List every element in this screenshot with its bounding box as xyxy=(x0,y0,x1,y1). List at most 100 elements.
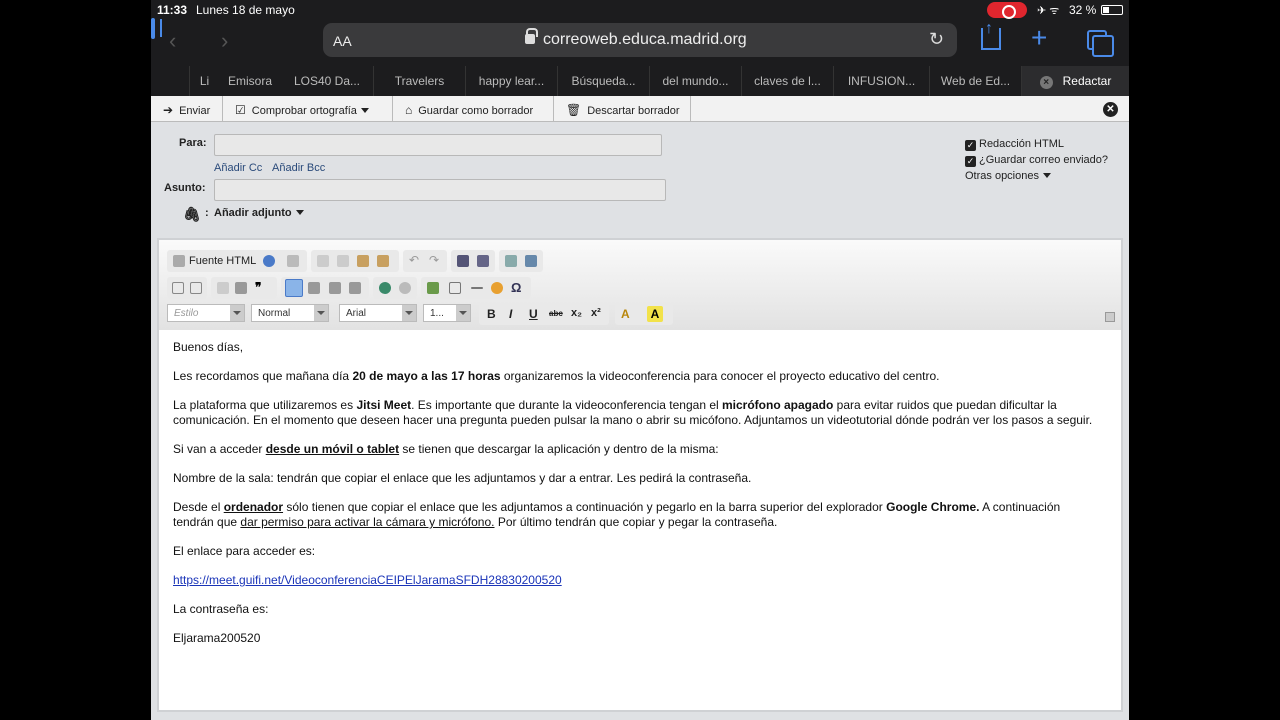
browser-navbar: ‹ › AA correoweb.educa.madrid.org ↻ + xyxy=(151,18,1129,64)
bold-button[interactable]: B xyxy=(487,307,496,321)
tab-claves[interactable]: claves de l... xyxy=(741,66,833,96)
other-options-menu[interactable]: Otras opciones xyxy=(965,170,1051,182)
size-select[interactable]: 1... xyxy=(423,304,471,322)
link-icon[interactable] xyxy=(379,282,391,294)
subject-field[interactable] xyxy=(214,179,666,201)
image-icon[interactable] xyxy=(427,282,439,294)
preview-icon[interactable] xyxy=(263,255,275,267)
spellcheck-button[interactable]: ☑ Comprobar ortografía xyxy=(223,96,393,122)
send-button[interactable]: ➔ Enviar xyxy=(151,96,223,122)
tab-busqueda[interactable]: Búsqueda... xyxy=(557,66,649,96)
share-icon[interactable] xyxy=(981,20,1001,50)
format-group: B I U abc x₂ x² xyxy=(479,303,609,325)
copy-icon[interactable] xyxy=(337,255,349,267)
rich-text-editor: Fuente HTML ↶ ↷ ❞ Ω Estilo Normal Arial … xyxy=(157,238,1123,712)
checkbox-checked-icon[interactable]: ✓ xyxy=(965,156,976,167)
special-char-icon[interactable]: Ω xyxy=(511,280,523,295)
source-group: Fuente HTML xyxy=(167,250,307,272)
blockquote-icon[interactable]: ❞ xyxy=(255,280,267,294)
checkbox-pencil-icon: ☑ xyxy=(235,103,246,117)
italic-button[interactable]: I xyxy=(509,307,512,321)
bulleted-list-icon[interactable] xyxy=(190,282,202,294)
table-icon[interactable] xyxy=(449,282,461,294)
paste-icon[interactable] xyxy=(357,255,369,267)
save-draft-button[interactable]: ⌂ Guardar como borrador xyxy=(393,96,554,122)
strikethrough-button[interactable]: abc xyxy=(549,309,563,318)
select-group xyxy=(499,250,543,272)
cut-icon[interactable] xyxy=(317,255,329,267)
font-select[interactable]: Arial xyxy=(339,304,417,322)
paragraph-mobile: Si van a acceder desde un móvil o tablet… xyxy=(173,442,719,456)
password-intro: La contraseña es: xyxy=(173,602,269,616)
html-compose-option[interactable]: ✓ Redacción HTML xyxy=(965,138,1064,151)
ipad-screen: 11:33 Lunes 18 de mayo ✈ ᯤ 32 % ‹ › AA c… xyxy=(151,0,1129,720)
add-cc-link[interactable]: Añadir Cc xyxy=(214,162,262,174)
checkbox-checked-icon[interactable]: ✓ xyxy=(965,140,976,151)
align-center-icon[interactable] xyxy=(308,282,320,294)
paste-word-icon[interactable] xyxy=(377,255,389,267)
find-icon[interactable] xyxy=(457,255,469,267)
source-html-button[interactable]: Fuente HTML xyxy=(189,255,256,267)
chevron-down-icon xyxy=(295,210,304,215)
tab-happy-learning[interactable]: happy lear... xyxy=(465,66,557,96)
superscript-button[interactable]: x² xyxy=(591,307,601,319)
tab-travelers[interactable]: Travelers xyxy=(373,66,465,96)
reader-options-button[interactable]: AA xyxy=(333,33,352,49)
unlink-icon[interactable] xyxy=(399,282,411,294)
clipboard-group xyxy=(311,250,399,272)
save-sent-option[interactable]: ✓ ¿Guardar correo enviado? xyxy=(965,154,1108,167)
back-icon[interactable]: ‹ xyxy=(169,28,176,54)
text-color-icon[interactable]: A xyxy=(621,307,630,321)
reload-icon[interactable]: ↻ xyxy=(929,29,944,50)
format-select[interactable]: Normal xyxy=(251,304,329,322)
tab-web-de-ed[interactable]: Web de Ed... xyxy=(929,66,1021,96)
add-attachment-button[interactable]: Añadir adjunto xyxy=(214,207,304,219)
find-group xyxy=(451,250,495,272)
color-group: A A xyxy=(615,303,673,325)
align-right-icon[interactable] xyxy=(329,282,341,294)
link-intro: El enlace para acceder es: xyxy=(173,544,316,558)
select-all-icon[interactable] xyxy=(505,255,517,267)
tab-infusion[interactable]: INFUSION... xyxy=(833,66,929,96)
tab-los40[interactable]: LOS40 Da... xyxy=(281,66,373,96)
url-text[interactable]: correoweb.educa.madrid.org xyxy=(543,31,747,49)
outdent-icon[interactable] xyxy=(217,282,229,294)
tab-del-mundo[interactable]: del mundo... xyxy=(649,66,741,96)
undo-icon[interactable]: ↶ xyxy=(409,253,421,267)
tab-strip: Li Emisora LOS40 Da... Travelers happy l… xyxy=(151,66,1129,96)
tab-redactar[interactable]: × Redactar xyxy=(1021,66,1129,96)
add-bcc-link[interactable]: Añadir Bcc xyxy=(272,162,325,174)
align-justify-icon[interactable] xyxy=(349,282,361,294)
highlight-color-icon[interactable]: A xyxy=(647,306,663,322)
new-tab-icon[interactable]: + xyxy=(1031,22,1047,54)
numbered-list-icon[interactable] xyxy=(172,282,184,294)
close-icon[interactable]: ✕ xyxy=(1103,102,1118,117)
style-select[interactable]: Estilo xyxy=(167,304,245,322)
message-body[interactable]: Buenos días, Les recordamos que mañana d… xyxy=(173,340,1103,660)
remove-format-icon[interactable] xyxy=(525,255,537,267)
discard-draft-button[interactable]: 🗑 Descartar borrador xyxy=(554,96,691,122)
address-bar[interactable]: AA correoweb.educa.madrid.org ↻ xyxy=(323,23,957,57)
close-tab-icon[interactable]: × xyxy=(1039,76,1053,89)
tab-redactar-label: Redactar xyxy=(1062,74,1112,88)
templates-icon[interactable] xyxy=(287,255,299,267)
align-left-icon[interactable] xyxy=(285,279,303,297)
subscript-button[interactable]: x₂ xyxy=(571,307,582,319)
tabs-overview-icon[interactable] xyxy=(1087,30,1114,57)
indent-icon[interactable] xyxy=(235,282,247,294)
screen-recording-icon xyxy=(987,2,1027,19)
underline-button[interactable]: U xyxy=(529,307,538,321)
forward-icon[interactable]: › xyxy=(221,28,228,54)
tab-li[interactable]: Li xyxy=(189,66,219,96)
redo-icon[interactable]: ↷ xyxy=(429,253,441,267)
to-field[interactable] xyxy=(214,134,662,156)
chevron-down-icon xyxy=(1042,173,1051,178)
replace-icon[interactable] xyxy=(477,255,489,267)
status-bar: 11:33 Lunes 18 de mayo ✈ ᯤ 32 % xyxy=(151,0,1129,20)
smiley-icon[interactable] xyxy=(491,282,503,294)
horizontal-rule-icon[interactable] xyxy=(471,287,483,289)
collapse-toolbar-icon[interactable] xyxy=(1105,312,1115,322)
bookmarks-icon[interactable] xyxy=(151,18,155,39)
meeting-link[interactable]: https://meet.guifi.net/VideoconferenciaC… xyxy=(173,573,562,587)
tab-emisora[interactable]: Emisora xyxy=(219,66,281,96)
